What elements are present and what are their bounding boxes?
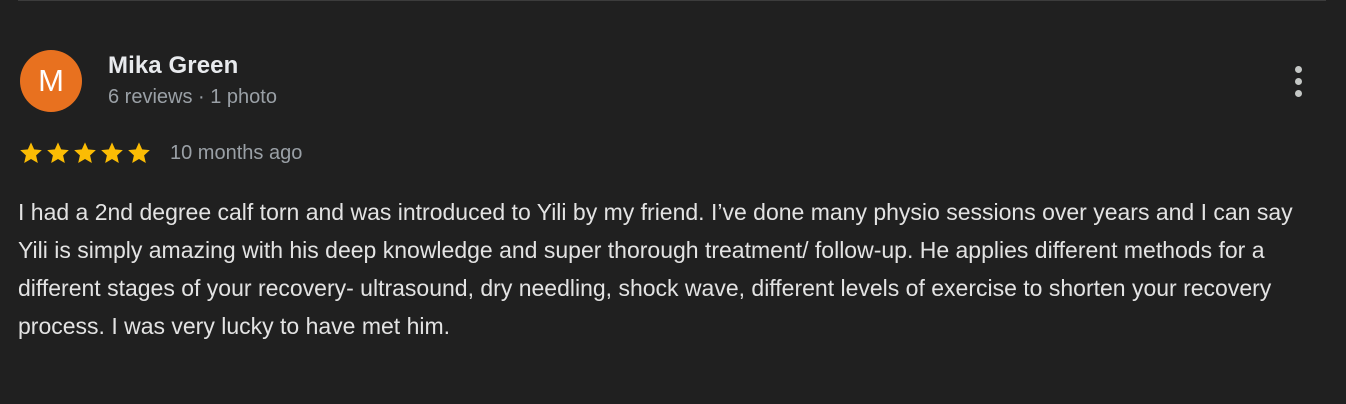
star-icon [20, 142, 42, 163]
more-options-button[interactable] [1282, 60, 1314, 102]
review-date: 10 months ago [170, 141, 303, 164]
reviewer-meta[interactable]: 6 reviews · 1 photo [108, 86, 277, 109]
divider [18, 0, 1326, 1]
review-text: I had a 2nd degree calf torn and was int… [18, 199, 1293, 339]
avatar-initial: M [38, 63, 64, 98]
reviewer-name[interactable]: Mika Green [108, 52, 238, 80]
star-icon [74, 142, 96, 163]
review-card: M Mika Green 6 reviews · 1 photo 10 mont… [0, 0, 1346, 404]
star-icon [47, 142, 69, 163]
star-icon [101, 142, 123, 163]
star-icon [128, 142, 150, 163]
star-rating [18, 140, 152, 166]
avatar[interactable]: M [20, 50, 82, 112]
more-vert-icon [1294, 65, 1302, 97]
rating-row: 10 months ago [18, 136, 302, 170]
